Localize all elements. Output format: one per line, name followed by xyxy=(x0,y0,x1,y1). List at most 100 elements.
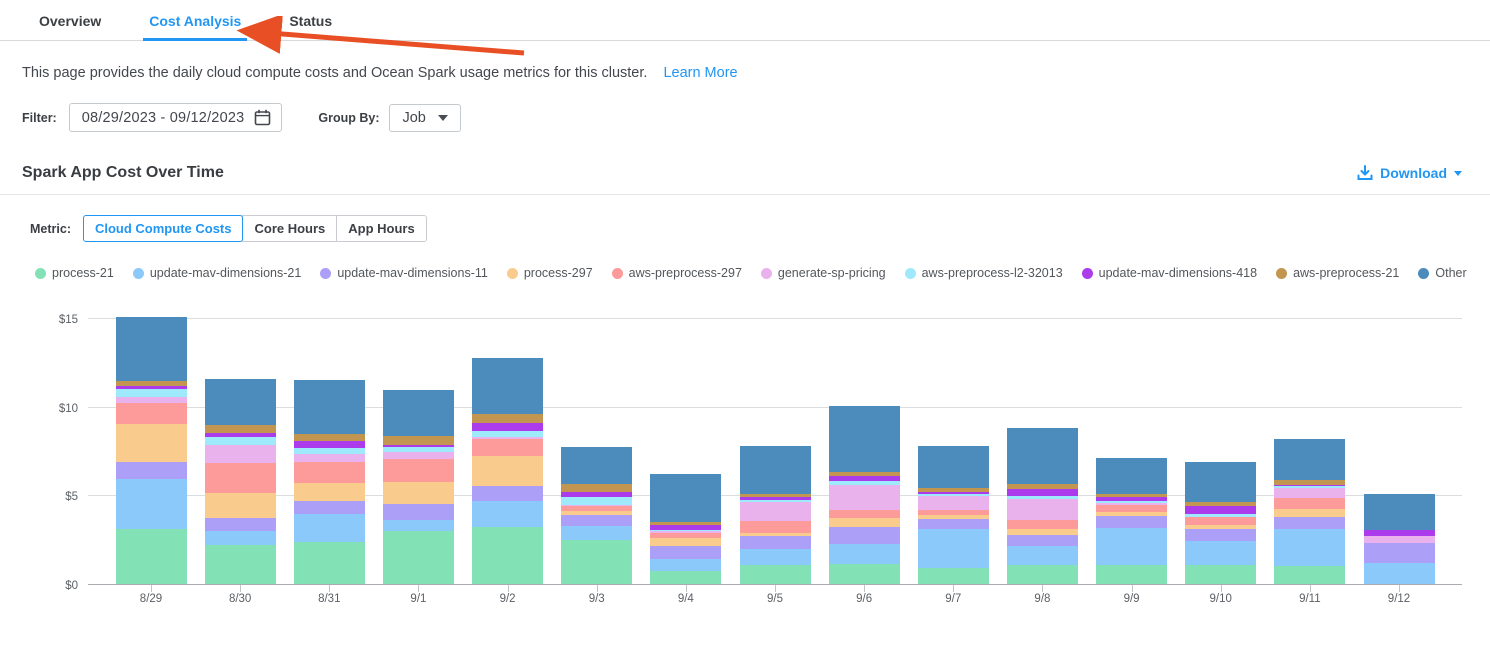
bar-segment-process-21-9-2[interactable] xyxy=(472,527,543,584)
bar-segment-other-9-4[interactable] xyxy=(650,474,721,522)
bar-segment-aws-preprocess-297-9-7[interactable] xyxy=(918,510,989,515)
bar-segment-update-mav-dimensions-21-8-29[interactable] xyxy=(116,479,187,529)
bar-segment-aws-preprocess-21-9-11[interactable] xyxy=(1274,480,1345,484)
bar-segment-other-9-11[interactable] xyxy=(1274,439,1345,481)
bar-segment-generate-sp-pricing-9-2[interactable] xyxy=(472,437,543,439)
legend-item-update-mav-dimensions-21[interactable]: update-mav-dimensions-21 xyxy=(133,266,301,280)
bar-segment-aws-preprocess-21-9-5[interactable] xyxy=(740,494,811,498)
bar-segment-process-297-9-8[interactable] xyxy=(1007,529,1078,535)
legend-item-aws-preprocess-21[interactable]: aws-preprocess-21 xyxy=(1276,266,1399,280)
bar-segment-aws-preprocess-l2-32013-8-31[interactable] xyxy=(294,448,365,453)
legend-item-aws-preprocess-297[interactable]: aws-preprocess-297 xyxy=(612,266,742,280)
bar-segment-generate-sp-pricing-9-5[interactable] xyxy=(740,502,811,521)
bar-segment-aws-preprocess-21-9-8[interactable] xyxy=(1007,484,1078,489)
learn-more-link[interactable]: Learn More xyxy=(663,65,737,81)
bar-segment-update-mav-dimensions-21-9-10[interactable] xyxy=(1185,541,1256,564)
bar-segment-aws-preprocess-21-8-30[interactable] xyxy=(205,425,276,433)
bar-segment-aws-preprocess-297-9-10[interactable] xyxy=(1185,517,1256,525)
bar-segment-update-mav-dimensions-11-9-8[interactable] xyxy=(1007,535,1078,546)
bar-segment-update-mav-dimensions-21-8-30[interactable] xyxy=(205,531,276,545)
bar-segment-update-mav-dimensions-418-9-11[interactable] xyxy=(1274,485,1345,487)
legend-item-aws-preprocess-l2-32013[interactable]: aws-preprocess-l2-32013 xyxy=(905,266,1063,280)
bar-segment-update-mav-dimensions-418-8-29[interactable] xyxy=(116,386,187,389)
bar-segment-aws-preprocess-21-9-2[interactable] xyxy=(472,414,543,423)
bar-segment-update-mav-dimensions-11-9-10[interactable] xyxy=(1185,529,1256,541)
bar-segment-generate-sp-pricing-8-29[interactable] xyxy=(116,397,187,403)
bar-segment-update-mav-dimensions-21-9-12[interactable] xyxy=(1364,563,1435,584)
bar-segment-aws-preprocess-21-8-31[interactable] xyxy=(294,434,365,441)
bar-segment-update-mav-dimensions-11-8-31[interactable] xyxy=(294,501,365,514)
bar-segment-process-297-9-7[interactable] xyxy=(918,515,989,519)
bar-segment-process-21-9-8[interactable] xyxy=(1007,565,1078,584)
bar-segment-update-mav-dimensions-418-9-2[interactable] xyxy=(472,423,543,431)
bar-segment-aws-preprocess-l2-32013-9-11[interactable] xyxy=(1274,486,1345,488)
bar-segment-aws-preprocess-21-9-4[interactable] xyxy=(650,522,721,525)
bar-segment-aws-preprocess-297-8-30[interactable] xyxy=(205,463,276,492)
download-button[interactable]: Download xyxy=(1357,165,1462,181)
bar-segment-aws-preprocess-297-9-5[interactable] xyxy=(740,521,811,533)
bar-segment-aws-preprocess-21-9-6[interactable] xyxy=(829,472,900,476)
bar-segment-aws-preprocess-297-9-4[interactable] xyxy=(650,533,721,537)
bar-segment-process-21-8-29[interactable] xyxy=(116,529,187,584)
bar-segment-generate-sp-pricing-9-12[interactable] xyxy=(1364,536,1435,543)
bar-segment-process-21-9-1[interactable] xyxy=(383,531,454,584)
legend-item-generate-sp-pricing[interactable]: generate-sp-pricing xyxy=(761,266,886,280)
bar-segment-update-mav-dimensions-11-9-12[interactable] xyxy=(1364,543,1435,563)
bar-segment-aws-preprocess-l2-32013-9-4[interactable] xyxy=(650,530,721,531)
bar-segment-process-21-9-11[interactable] xyxy=(1274,566,1345,584)
bar-segment-update-mav-dimensions-21-9-7[interactable] xyxy=(918,529,989,568)
bar-segment-aws-preprocess-297-9-11[interactable] xyxy=(1274,498,1345,509)
bar-segment-aws-preprocess-297-9-3[interactable] xyxy=(561,506,632,511)
bar-segment-process-297-9-6[interactable] xyxy=(829,518,900,527)
bar-segment-update-mav-dimensions-418-9-12[interactable] xyxy=(1364,530,1435,536)
bar-segment-update-mav-dimensions-21-9-2[interactable] xyxy=(472,501,543,528)
date-range-picker[interactable]: 08/29/2023 - 09/12/2023 xyxy=(69,103,283,132)
bar-segment-update-mav-dimensions-11-9-5[interactable] xyxy=(740,536,811,549)
bar-segment-update-mav-dimensions-418-9-8[interactable] xyxy=(1007,489,1078,496)
bar-segment-update-mav-dimensions-21-9-3[interactable] xyxy=(561,526,632,539)
bar-segment-process-21-9-5[interactable] xyxy=(740,565,811,585)
bar-segment-aws-preprocess-21-9-10[interactable] xyxy=(1185,502,1256,506)
bar-segment-aws-preprocess-21-8-29[interactable] xyxy=(116,381,187,386)
bar-segment-aws-preprocess-297-8-31[interactable] xyxy=(294,462,365,483)
bar-segment-process-21-9-7[interactable] xyxy=(918,568,989,584)
bar-segment-other-8-29[interactable] xyxy=(116,317,187,381)
tab-status[interactable]: Status xyxy=(287,3,334,40)
bar-segment-update-mav-dimensions-11-9-9[interactable] xyxy=(1096,516,1167,528)
bar-segment-process-21-8-31[interactable] xyxy=(294,542,365,584)
bar-segment-other-9-8[interactable] xyxy=(1007,428,1078,484)
bar-segment-process-297-8-31[interactable] xyxy=(294,483,365,501)
tab-overview[interactable]: Overview xyxy=(37,3,103,40)
bar-segment-aws-preprocess-297-9-9[interactable] xyxy=(1096,505,1167,512)
bar-segment-aws-preprocess-21-9-7[interactable] xyxy=(918,488,989,492)
bar-segment-generate-sp-pricing-9-9[interactable] xyxy=(1096,503,1167,505)
bar-segment-aws-preprocess-21-9-1[interactable] xyxy=(383,436,454,445)
bar-segment-update-mav-dimensions-418-8-30[interactable] xyxy=(205,433,276,437)
bar-segment-aws-preprocess-l2-32013-9-1[interactable] xyxy=(383,447,454,451)
bar-segment-aws-preprocess-l2-32013-9-7[interactable] xyxy=(918,494,989,497)
bar-segment-process-21-9-9[interactable] xyxy=(1096,565,1167,585)
bar-segment-update-mav-dimensions-11-9-2[interactable] xyxy=(472,486,543,500)
bar-segment-aws-preprocess-21-9-3[interactable] xyxy=(561,484,632,492)
bar-segment-aws-preprocess-297-9-6[interactable] xyxy=(829,510,900,519)
bar-segment-update-mav-dimensions-21-9-1[interactable] xyxy=(383,520,454,531)
bar-segment-update-mav-dimensions-21-9-8[interactable] xyxy=(1007,546,1078,566)
bar-segment-generate-sp-pricing-9-6[interactable] xyxy=(829,485,900,510)
bar-segment-process-297-9-9[interactable] xyxy=(1096,512,1167,516)
bar-segment-update-mav-dimensions-11-8-30[interactable] xyxy=(205,518,276,530)
bar-segment-process-297-8-29[interactable] xyxy=(116,424,187,461)
bar-segment-aws-preprocess-l2-32013-9-2[interactable] xyxy=(472,431,543,437)
bar-segment-aws-preprocess-297-9-2[interactable] xyxy=(472,439,543,457)
metric-option-cloud-compute-costs[interactable]: Cloud Compute Costs xyxy=(83,215,244,242)
bar-segment-aws-preprocess-l2-32013-9-6[interactable] xyxy=(829,481,900,485)
bar-segment-update-mav-dimensions-418-9-3[interactable] xyxy=(561,492,632,497)
bar-segment-process-21-9-6[interactable] xyxy=(829,564,900,584)
bar-segment-update-mav-dimensions-11-9-11[interactable] xyxy=(1274,517,1345,529)
bar-segment-generate-sp-pricing-9-8[interactable] xyxy=(1007,499,1078,520)
bar-segment-process-21-9-4[interactable] xyxy=(650,571,721,584)
bar-segment-other-8-31[interactable] xyxy=(294,380,365,434)
bar-segment-aws-preprocess-l2-32013-9-8[interactable] xyxy=(1007,496,1078,499)
bar-segment-process-297-9-4[interactable] xyxy=(650,538,721,546)
bar-segment-generate-sp-pricing-8-30[interactable] xyxy=(205,445,276,464)
bar-segment-process-21-9-10[interactable] xyxy=(1185,565,1256,585)
